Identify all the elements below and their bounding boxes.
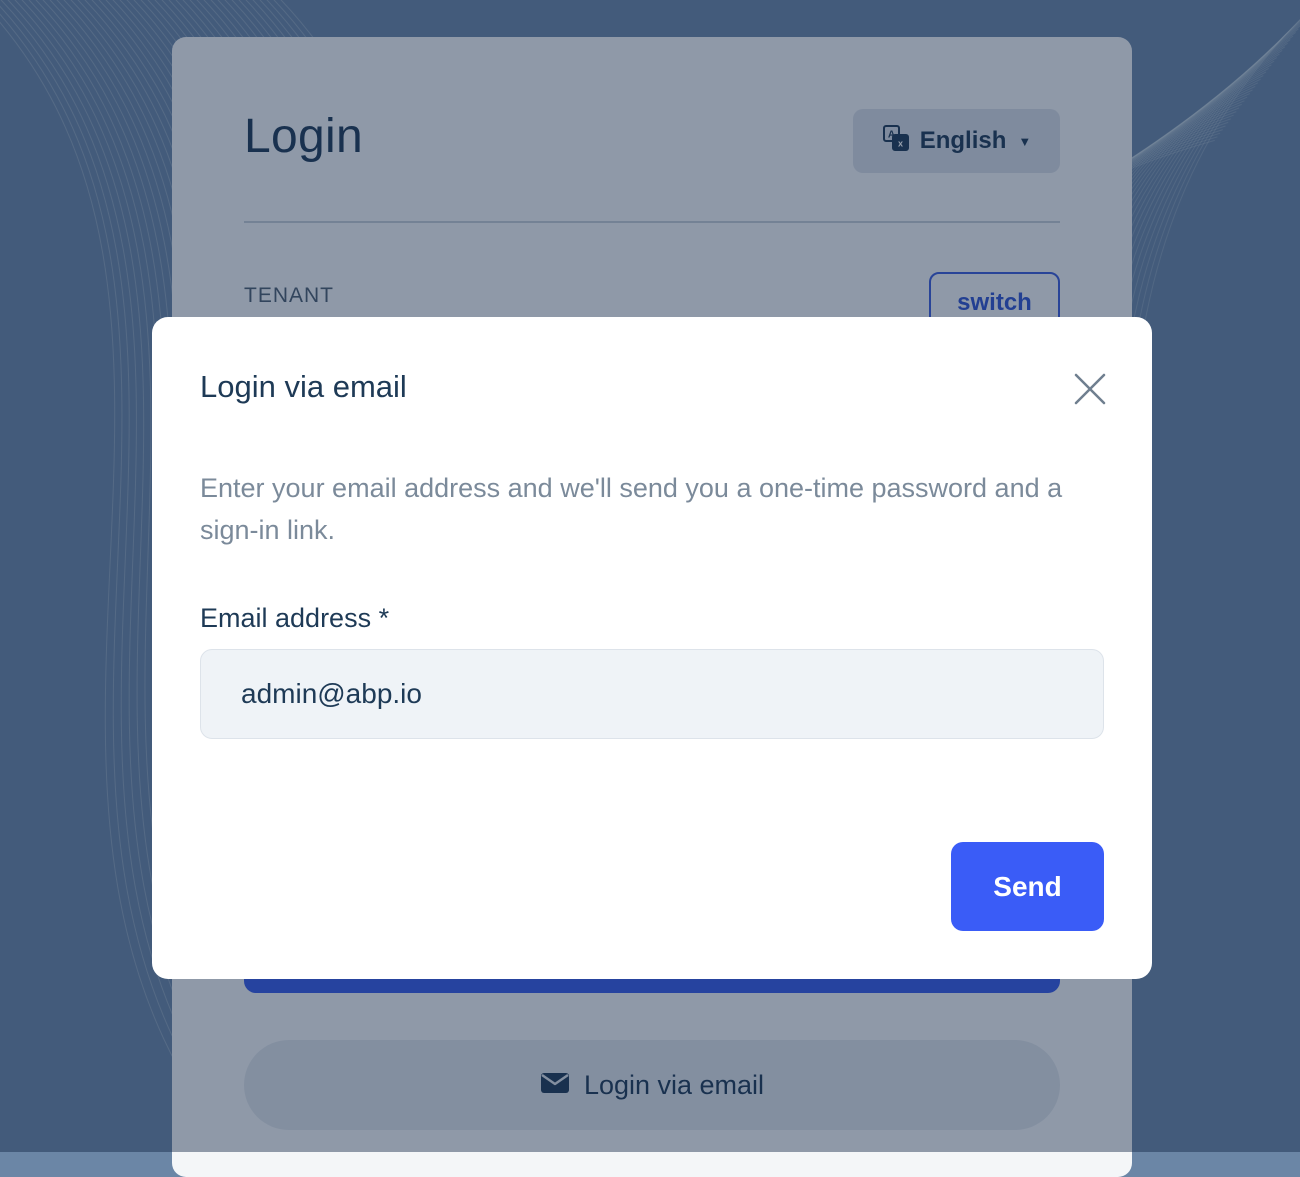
login-via-email-modal: Login via email Enter your email address… <box>152 317 1152 979</box>
modal-description: Enter your email address and we'll send … <box>200 473 1063 545</box>
close-button[interactable] <box>1070 369 1110 409</box>
modal-title: Login via email <box>200 369 407 404</box>
send-button[interactable]: Send <box>951 842 1104 931</box>
email-field-label: Email address * <box>200 603 390 633</box>
close-icon <box>1074 373 1106 405</box>
email-input[interactable] <box>200 649 1104 739</box>
